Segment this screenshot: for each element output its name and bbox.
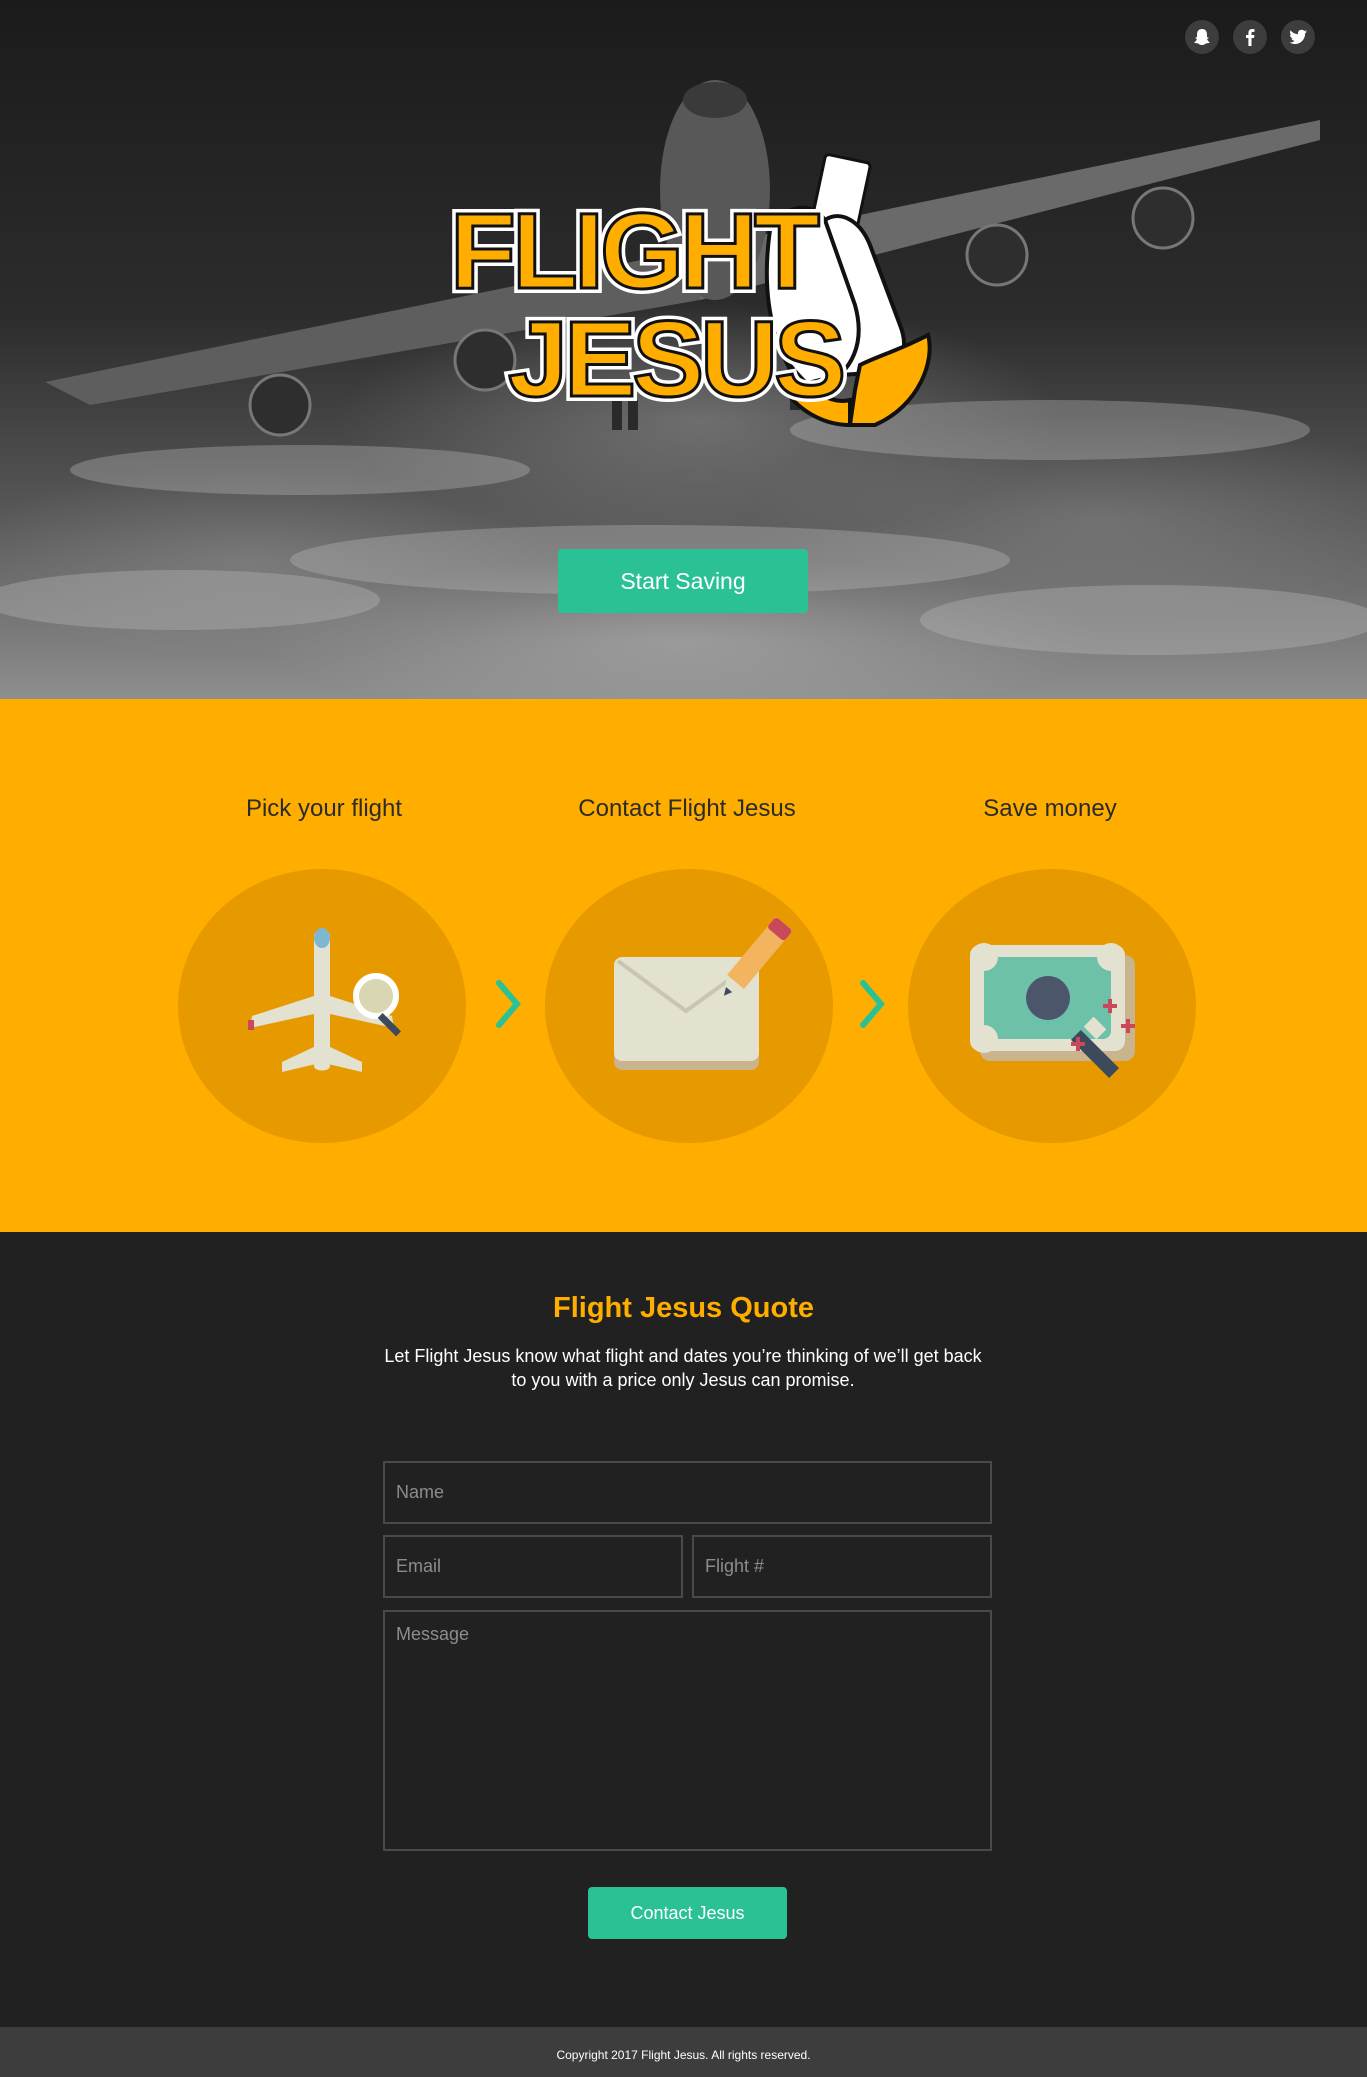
facebook-link[interactable] [1233, 20, 1267, 54]
quote-heading: Flight Jesus Quote [552, 1292, 815, 1324]
step-title-pick-flight: Pick your flight [245, 795, 403, 822]
social-links [1185, 20, 1315, 54]
step-circle-save-money [908, 869, 1196, 1143]
flight-jesus-logo: FLIGHT FLIGHT JESUS JESUS [430, 150, 950, 430]
snapchat-link[interactable] [1185, 20, 1219, 54]
quote-section: Flight Jesus Quote Let Flight Jesus know… [0, 1232, 1367, 2027]
message-field[interactable] [383, 1610, 992, 1851]
footer: Copyright 2017 Flight Jesus. All rights … [0, 2027, 1367, 2077]
money-wand-icon [970, 943, 1135, 1079]
start-saving-button[interactable]: Start Saving [558, 549, 808, 613]
name-field[interactable] [383, 1461, 992, 1524]
twitter-icon [1289, 29, 1307, 44]
logo-line-2: JESUS [508, 298, 842, 419]
chevron-right-icon [860, 980, 885, 1028]
step-circle-pick-flight [178, 869, 466, 1143]
chevron-right-icon [496, 980, 521, 1028]
quote-description: Let Flight Jesus know what flight and da… [384, 1346, 982, 1390]
step-title-contact: Contact Flight Jesus [578, 795, 796, 822]
twitter-link[interactable] [1281, 20, 1315, 54]
hero-section: FLIGHT FLIGHT JESUS JESUS Start Saving [0, 0, 1367, 699]
logo-line-1: FLIGHT [450, 190, 819, 311]
facebook-icon [1246, 29, 1255, 46]
plane-search-icon [248, 928, 402, 1072]
step-circle-contact [545, 869, 833, 1143]
how-it-works-section: Pick your flight Contact Flight Jesus Sa… [0, 699, 1367, 1232]
email-field[interactable] [383, 1535, 683, 1598]
step-title-save-money: Save money [983, 795, 1117, 822]
contact-jesus-button[interactable]: Contact Jesus [588, 1887, 787, 1939]
envelope-pencil-icon [614, 916, 793, 1070]
snapchat-icon [1194, 29, 1210, 45]
copyright-text: Copyright 2017 Flight Jesus. All rights … [556, 2048, 811, 2062]
flight-number-field[interactable] [692, 1535, 992, 1598]
